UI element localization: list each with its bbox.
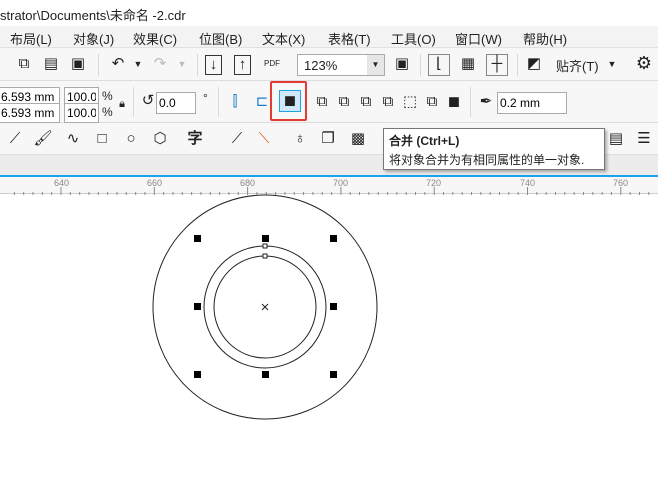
outline-width-field[interactable] bbox=[497, 92, 567, 114]
zoom-select[interactable]: 123% ▼ bbox=[297, 54, 385, 76]
scale-y-field[interactable] bbox=[64, 103, 99, 123]
weld-icon[interactable]: ⧉ bbox=[312, 93, 332, 111]
transparency-icon[interactable]: ▩ bbox=[348, 130, 368, 148]
lock-icon[interactable]: 🔒︎ bbox=[112, 95, 132, 113]
horizontal-ruler[interactable]: 640 660 680 700 720 740 760 bbox=[0, 175, 658, 195]
front-minus-back-icon[interactable]: ⬚ bbox=[400, 93, 420, 111]
height-field[interactable] bbox=[0, 103, 60, 123]
import-icon[interactable]: ↓ bbox=[205, 55, 222, 75]
menu-window[interactable]: 窗口(W) bbox=[455, 29, 502, 48]
node[interactable] bbox=[262, 253, 268, 259]
rotate-icon: ↺ bbox=[141, 92, 155, 109]
boundary-icon[interactable]: ◼ bbox=[444, 93, 464, 111]
menu-tools[interactable]: 工具(O) bbox=[391, 29, 436, 48]
rotation-field[interactable] bbox=[156, 92, 196, 114]
menu-help[interactable]: 帮助(H) bbox=[523, 29, 567, 48]
pen-nib-icon: ✒ bbox=[479, 93, 493, 110]
tooltip-description: 将对象合并为有相同属性的单一对象. bbox=[389, 153, 585, 167]
polygon-icon[interactable]: ⬡ bbox=[150, 130, 170, 148]
window-title: strator\Documents\未命名 -2.cdr bbox=[0, 0, 658, 26]
drop-shadow-icon[interactable]: ❐ bbox=[318, 130, 338, 148]
gear-icon[interactable]: ⚙ bbox=[634, 54, 654, 72]
freehand-icon[interactable]: ⟋ bbox=[5, 130, 25, 148]
zoom-value: 123% bbox=[304, 58, 338, 73]
text-tool-icon[interactable]: 字 bbox=[185, 130, 205, 148]
rectangle-icon[interactable]: □ bbox=[92, 130, 112, 148]
blend-icon[interactable]: ♁ bbox=[290, 130, 310, 148]
full-screen-icon[interactable]: ▣ bbox=[392, 55, 412, 73]
chevron-down-icon[interactable]: ▼ bbox=[367, 55, 384, 75]
export-icon[interactable]: ↑ bbox=[234, 55, 251, 75]
dimension-icon[interactable]: ⟋ bbox=[227, 130, 247, 148]
grid-icon[interactable]: ▦ bbox=[458, 55, 478, 73]
chevron-down-icon[interactable]: ▼ bbox=[602, 55, 622, 73]
degree-label: ° bbox=[203, 91, 208, 105]
connector-icon[interactable]: ⟍ bbox=[254, 130, 274, 148]
tooltip-title: 合并 (Ctrl+L) bbox=[389, 134, 460, 148]
standard-toolbar: ⧉ ▤ ▣ ↶ ▼ ↷ ▼ ↓ ↑ PDF 123% ▼ ▣ ⌊ ▦ ┼ ◩ 贴… bbox=[0, 48, 658, 81]
node[interactable] bbox=[262, 243, 268, 249]
undo-icon[interactable]: ↶ bbox=[108, 55, 128, 73]
object-properties-icon[interactable]: ▤ bbox=[606, 130, 626, 148]
rulers-icon[interactable]: ⌊ bbox=[428, 54, 450, 76]
mirror-vertical-icon[interactable]: ⊏ bbox=[252, 93, 272, 111]
pdf-icon[interactable]: PDF bbox=[262, 55, 282, 73]
property-bar: % % 🔒︎ ↺ ° ⫿ ⊏ ◼ ⧉ ⧉ ⧉ ⧉ ⬚ ⧉ ◼ ✒ bbox=[0, 81, 658, 123]
trim-icon[interactable]: ⧉ bbox=[334, 93, 354, 111]
intersect-icon[interactable]: ⧉ bbox=[356, 93, 376, 111]
back-minus-front-icon[interactable]: ⧉ bbox=[422, 93, 442, 111]
copy-icon[interactable]: ▤ bbox=[41, 55, 61, 73]
menu-bar: 布局(L) 对象(J) 效果(C) 位图(B) 文本(X) 表格(T) 工具(O… bbox=[0, 26, 658, 48]
brush-icon[interactable]: 🖌︎ bbox=[33, 130, 53, 148]
combine-icon[interactable]: ◼ bbox=[279, 90, 301, 112]
menu-object[interactable]: 对象(J) bbox=[73, 29, 114, 48]
menu-effects[interactable]: 效果(C) bbox=[133, 29, 177, 48]
chevron-down-icon[interactable]: ▼ bbox=[128, 55, 148, 73]
menu-text[interactable]: 文本(X) bbox=[262, 29, 305, 48]
chevron-down-icon[interactable]: ▼ bbox=[172, 55, 192, 73]
redo-icon[interactable]: ↷ bbox=[150, 55, 170, 73]
simplify-icon[interactable]: ⧉ bbox=[378, 93, 398, 111]
object-manager-icon[interactable]: ☰ bbox=[634, 130, 654, 148]
spiral-icon[interactable]: ∿ bbox=[63, 130, 83, 148]
snap-to-menu[interactable]: 贴齐(T) bbox=[556, 56, 599, 75]
paste-icon[interactable]: ▣ bbox=[68, 55, 88, 73]
menu-table[interactable]: 表格(T) bbox=[328, 29, 371, 48]
snap-off-icon[interactable]: ◩ bbox=[524, 55, 544, 73]
menu-layout[interactable]: 布局(L) bbox=[10, 29, 52, 48]
ellipse-icon[interactable]: ○ bbox=[121, 130, 141, 148]
guidelines-icon[interactable]: ┼ bbox=[486, 54, 508, 76]
mirror-horizontal-icon[interactable]: ⫿ bbox=[225, 93, 245, 111]
menu-bitmap[interactable]: 位图(B) bbox=[199, 29, 242, 48]
tooltip: 合并 (Ctrl+L) 将对象合并为有相同属性的单一对象. bbox=[383, 128, 605, 170]
canvas[interactable] bbox=[0, 194, 658, 488]
center-marker bbox=[261, 303, 269, 311]
copy-icon[interactable]: ⧉ bbox=[14, 55, 34, 73]
